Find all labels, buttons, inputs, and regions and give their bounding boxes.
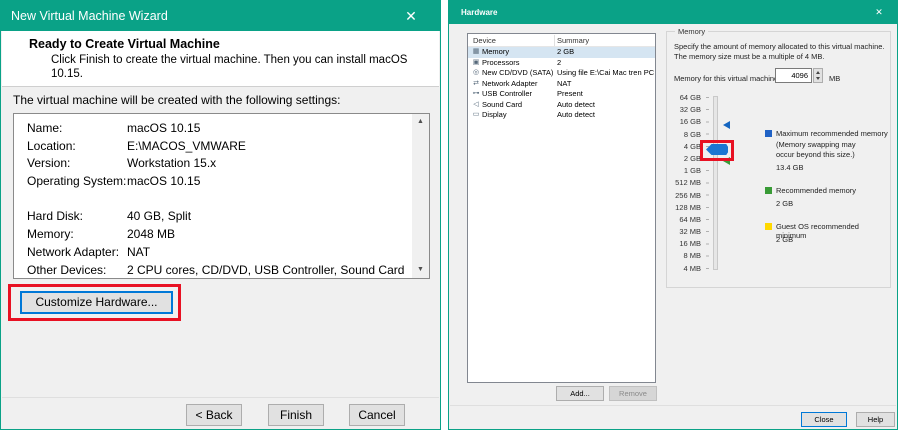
column-separator [554, 35, 555, 46]
hardware-window: Hardware ✕ Device Summary ▦ Memory 2 GB … [448, 0, 898, 430]
network-adapter-icon: ⇄ [471, 79, 481, 90]
scale-tick: 128 MB [667, 202, 701, 214]
legend-minimum-label: Guest OS recommended minimum [776, 222, 890, 240]
memory-groupbox: Memory Specify the amount of memory allo… [666, 31, 891, 288]
settings-row: Name:macOS 10.15 [14, 120, 411, 138]
device-row-memory[interactable]: ▦ Memory 2 GB [468, 47, 655, 58]
wizard-titlebar[interactable]: New Virtual Machine Wizard ✕ [1, 1, 440, 31]
memory-spinner[interactable] [813, 68, 823, 83]
device-row-usb-controller[interactable]: ⊶ USB Controller Present [468, 89, 655, 100]
scale-tick-marks [706, 92, 709, 275]
settings-row: Operating System:macOS 10.15 [14, 173, 411, 191]
memory-icon: ▦ [471, 47, 481, 58]
cd-dvd-icon: ◎ [471, 68, 481, 79]
settings-row: Version:Workstation 15.x [14, 155, 411, 173]
usb-icon: ⊶ [471, 89, 481, 100]
back-button[interactable]: < Back [186, 404, 242, 426]
memory-value-input[interactable] [775, 68, 812, 83]
wizard-title: New Virtual Machine Wizard [11, 1, 168, 31]
device-row-sound-card[interactable]: ◁ Sound Card Auto detect [468, 100, 655, 111]
footer-separator [450, 405, 896, 406]
scale-tick: 64 GB [667, 92, 701, 104]
spinner-down-icon[interactable] [814, 75, 822, 82]
scale-tick: 4 MB [667, 263, 701, 275]
memory-unit-label: MB [829, 74, 840, 83]
legend-recommended-value: 2 GB [776, 199, 793, 208]
legend-max-value: 13.4 GB [776, 163, 804, 172]
column-summary[interactable]: Summary [557, 36, 589, 45]
red-annotation-slider [700, 140, 734, 161]
legend-green-square-icon [765, 187, 772, 194]
legend-max-note: (Memory swapping may occur beyond this s… [776, 140, 876, 159]
wizard-heading: Ready to Create Virtual Machine [29, 37, 220, 51]
close-icon[interactable]: ✕ [871, 1, 887, 24]
memory-field-label: Memory for this virtual machine: [674, 74, 780, 83]
column-device[interactable]: Device [473, 36, 496, 45]
remove-button: Remove [609, 386, 657, 401]
footer-separator [2, 397, 439, 398]
finish-button[interactable]: Finish [268, 404, 324, 426]
add-button[interactable]: Add... [556, 386, 604, 401]
scale-tick: 4 GB [667, 141, 701, 153]
settings-row: Other Devices:2 CPU cores, CD/DVD, USB C… [14, 262, 411, 280]
legend-recommended-label: Recommended memory [776, 186, 856, 195]
settings-rows: Name:macOS 10.15 Location:E:\MACOS_VMWAR… [14, 120, 411, 279]
scale-tick: 64 MB [667, 214, 701, 226]
scale-tick: 16 GB [667, 116, 701, 128]
device-list-header: Device Summary [468, 34, 655, 47]
device-row-network-adapter[interactable]: ⇄ Network Adapter NAT [468, 79, 655, 90]
memory-description: Specify the amount of memory allocated t… [674, 42, 887, 62]
display-icon: ▭ [471, 110, 481, 121]
help-button[interactable]: Help [856, 412, 895, 427]
max-recommended-marker-icon [723, 121, 730, 129]
hardware-title: Hardware [461, 1, 497, 24]
wizard-header: Ready to Create Virtual Machine Click Fi… [2, 31, 439, 87]
settings-intro-text: The virtual machine will be created with… [13, 93, 341, 107]
memory-group-label: Memory [675, 27, 708, 36]
device-row-display[interactable]: ▭ Display Auto detect [468, 110, 655, 121]
device-list: Device Summary ▦ Memory 2 GB ▣ Processor… [467, 33, 656, 383]
legend-yellow-square-icon [765, 223, 772, 230]
memory-scale-labels: 64 GB 32 GB 16 GB 8 GB 4 GB 2 GB 1 GB 51… [667, 92, 701, 275]
memory-slider-track[interactable] [713, 96, 718, 270]
settings-scrollbar[interactable]: ▲ ▼ [412, 114, 429, 278]
scale-tick: 8 GB [667, 129, 701, 141]
legend-blue-square-icon [765, 130, 772, 137]
customize-hardware-button[interactable]: Customize Hardware... [20, 291, 173, 314]
scale-tick: 16 MB [667, 238, 701, 250]
legend-max-label: Maximum recommended memory [776, 129, 888, 138]
red-annotation-customize: Customize Hardware... [8, 284, 181, 321]
close-icon[interactable]: ✕ [400, 1, 422, 31]
device-row-cd-dvd[interactable]: ◎ New CD/DVD (SATA) Using file E:\Cai Ma… [468, 68, 655, 79]
sound-card-icon: ◁ [471, 100, 481, 111]
settings-row: Network Adapter:NAT [14, 244, 411, 262]
settings-row: Memory:2048 MB [14, 226, 411, 244]
screenshot-canvas: New Virtual Machine Wizard ✕ Ready to Cr… [0, 0, 903, 430]
settings-row: Location:E:\MACOS_VMWARE [14, 138, 411, 156]
processor-icon: ▣ [471, 58, 481, 69]
scale-tick: 256 MB [667, 190, 701, 202]
wizard-subheading: Click Finish to create the virtual machi… [51, 54, 423, 81]
settings-row [14, 191, 411, 209]
device-row-processors[interactable]: ▣ Processors 2 [468, 58, 655, 69]
settings-summary-box: Name:macOS 10.15 Location:E:\MACOS_VMWAR… [13, 113, 430, 279]
new-vm-wizard-window: New Virtual Machine Wizard ✕ Ready to Cr… [0, 0, 441, 430]
scale-tick: 2 GB [667, 153, 701, 165]
cancel-button[interactable]: Cancel [349, 404, 405, 426]
scale-tick: 8 MB [667, 250, 701, 262]
scale-tick: 32 GB [667, 104, 701, 116]
scroll-up-icon[interactable]: ▲ [412, 114, 429, 130]
legend-minimum-value: 2 GB [776, 235, 793, 244]
scale-tick: 32 MB [667, 226, 701, 238]
scale-tick: 1 GB [667, 165, 701, 177]
scale-tick: 512 MB [667, 177, 701, 189]
settings-row: Hard Disk:40 GB, Split [14, 208, 411, 226]
close-button[interactable]: Close [801, 412, 847, 427]
scroll-down-icon[interactable]: ▼ [412, 262, 429, 278]
hardware-titlebar[interactable]: Hardware ✕ [449, 1, 897, 24]
